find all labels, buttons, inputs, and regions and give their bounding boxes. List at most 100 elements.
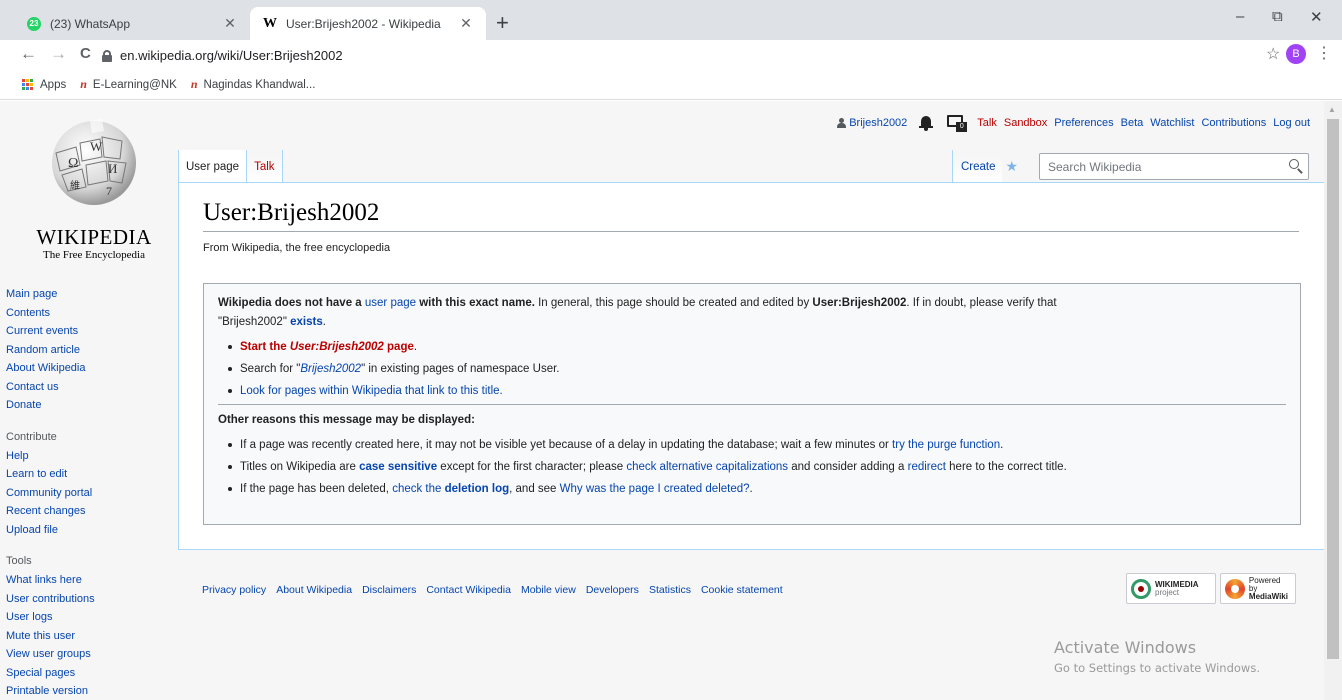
tab-create[interactable]: Create [952, 150, 1002, 183]
why-deleted-link[interactable]: Why was the page I created deleted? [560, 483, 750, 495]
sidebar-item-help[interactable]: Help [6, 447, 176, 466]
notice-text: If the page has been deleted, [240, 483, 393, 495]
notices-icon[interactable]: 0 [947, 115, 968, 132]
sidebar-item-user-contributions[interactable]: User contributions [6, 590, 176, 609]
sidebar-item-contact-us[interactable]: Contact us [6, 378, 176, 397]
footer-privacy-policy[interactable]: Privacy policy [202, 584, 266, 596]
bookmark-elearning[interactable]: n E-Learning@NK [80, 77, 177, 92]
browser-menu-icon[interactable]: ⋮ [1316, 43, 1332, 63]
personal-link-beta[interactable]: Beta [1121, 117, 1144, 129]
powered-by-mediawiki-badge[interactable]: Powered by MediaWiki [1220, 573, 1296, 604]
footer-about-wikipedia[interactable]: About Wikipedia [276, 584, 352, 596]
notifications-bell-icon[interactable] [919, 115, 934, 131]
search-namespace-link[interactable]: Search for "Brijesh2002" in existing pag… [240, 363, 560, 375]
footer-mobile-view[interactable]: Mobile view [521, 584, 576, 596]
purge-link[interactable]: try the purge function [892, 439, 1000, 451]
username-link[interactable]: Brijesh2002 [836, 117, 907, 129]
sidebar-item-view-user-groups[interactable]: View user groups [6, 645, 176, 664]
sidebar-item-community-portal[interactable]: Community portal [6, 484, 176, 503]
link-text: Start the [240, 341, 290, 353]
page-scrollbar[interactable]: ▲ [1324, 101, 1342, 700]
link-text: check the [392, 483, 445, 495]
main-content: User:Brijesh2002 From Wikipedia, the fre… [178, 182, 1324, 550]
personal-link-talk[interactable]: Talk [977, 117, 997, 129]
deletion-log-link[interactable]: check the deletion log [392, 483, 509, 495]
no-article-notice: Wikipedia does not have a user page with… [203, 283, 1301, 525]
sidebar-item-mute-this-user[interactable]: Mute this user [6, 627, 176, 646]
reload-button[interactable]: C [80, 44, 91, 64]
notice-text: In general, this page should be created … [534, 297, 813, 309]
sidebar-item-what-links-here[interactable]: What links here [6, 571, 176, 590]
bookmark-apps[interactable]: Apps [22, 78, 66, 91]
back-button[interactable]: ← [20, 44, 37, 64]
tab-talk[interactable]: Talk [247, 150, 283, 183]
activate-windows-subtitle: Go to Settings to activate Windows. [1054, 661, 1260, 675]
sidebar-item-contents[interactable]: Contents [6, 304, 176, 323]
nk-logo-icon: n [190, 77, 198, 91]
restore-button[interactable]: ⧉ [1272, 8, 1283, 25]
sidebar-item-learn-to-edit[interactable]: Learn to edit [6, 465, 176, 484]
minimize-button[interactable]: – [1236, 8, 1244, 25]
sidebar-item-main-page[interactable]: Main page [6, 285, 176, 304]
sidebar-item-about-wikipedia[interactable]: About Wikipedia [6, 359, 176, 378]
sidebar-item-random-article[interactable]: Random article [6, 341, 176, 360]
close-tab-icon[interactable]: ✕ [458, 15, 474, 32]
notice-text: here to the correct title. [945, 461, 1067, 473]
bookmark-star-icon[interactable]: ☆ [1266, 44, 1280, 64]
start-page-link[interactable]: Start the User:Brijesh2002 page [240, 341, 414, 353]
personal-link-watchlist[interactable]: Watchlist [1150, 117, 1194, 129]
scroll-up-arrow-icon[interactable]: ▲ [1328, 105, 1336, 114]
personal-link-contributions[interactable]: Contributions [1201, 117, 1266, 129]
footer-cookie-statement[interactable]: Cookie statement [701, 584, 783, 596]
notice-text: . If in doubt, please verify that [906, 297, 1057, 309]
browser-toolbar: ← → C en.wikipedia.org/wiki/User:Brijesh… [0, 40, 1342, 70]
list-item: Look for pages within Wikipedia that lin… [228, 380, 1286, 402]
sidebar-item-special-pages[interactable]: Special pages [6, 664, 176, 683]
footer-disclaimers[interactable]: Disclaimers [362, 584, 416, 596]
footer-statistics[interactable]: Statistics [649, 584, 691, 596]
what-links-here-link[interactable]: Look for pages within Wikipedia that lin… [240, 385, 503, 397]
personal-link-logout[interactable]: Log out [1273, 117, 1310, 129]
bookmark-label: Nagindas Khandwal... [203, 78, 316, 91]
case-sensitive-link[interactable]: case sensitive [359, 461, 437, 473]
personal-link-preferences[interactable]: Preferences [1054, 117, 1113, 129]
wikipedia-tagline: The Free Encyclopedia [42, 249, 145, 261]
sidebar-item-current-events[interactable]: Current events [6, 322, 176, 341]
close-tab-icon[interactable]: ✕ [222, 15, 238, 32]
wikimedia-project-badge[interactable]: WIKIMEDIA project [1126, 573, 1216, 604]
url-text: en.wikipedia.org/wiki/User:Brijesh2002 [120, 47, 343, 63]
sidebar-item-printable-version[interactable]: Printable version [6, 682, 176, 700]
address-bar[interactable]: en.wikipedia.org/wiki/User:Brijesh2002 [102, 43, 1242, 67]
wikipedia-logo[interactable]: Ω W И 維 7 WIKIPEDIA The Free Encyclopedi… [24, 111, 152, 261]
svg-text:W: W [90, 139, 103, 154]
profile-avatar[interactable]: B [1286, 44, 1306, 64]
footer-developers[interactable]: Developers [586, 584, 639, 596]
watch-star-icon[interactable]: ★ [1002, 158, 1027, 175]
bookmark-nagindas[interactable]: n Nagindas Khandwal... [191, 77, 316, 92]
sidebar-item-recent-changes[interactable]: Recent changes [6, 502, 176, 521]
search-icon[interactable] [1282, 154, 1308, 179]
footer-contact-wikipedia[interactable]: Contact Wikipedia [426, 584, 511, 596]
sidebar-item-user-logs[interactable]: User logs [6, 608, 176, 627]
user-page-link[interactable]: user page [365, 297, 416, 309]
redirect-link[interactable]: redirect [908, 461, 946, 473]
activate-windows-title: Activate Windows [1054, 638, 1197, 657]
sidebar: Main page Contents Current events Random… [6, 285, 176, 700]
notice-intro: Wikipedia does not have a user page with… [218, 294, 1286, 332]
personal-link-sandbox[interactable]: Sandbox [1004, 117, 1047, 129]
new-tab-button[interactable]: + [496, 12, 509, 34]
alternative-capitalizations-link[interactable]: check alternative capitalizations [626, 461, 788, 473]
notice-text: If a page was recently created here, it … [240, 439, 893, 451]
scrollbar-thumb[interactable] [1327, 119, 1339, 659]
browser-tab-wikipedia[interactable]: W User:Brijesh2002 - Wikipedia ✕ [250, 7, 486, 40]
forward-button[interactable]: → [50, 44, 67, 64]
wikipedia-favicon-letter: W [263, 15, 277, 31]
sidebar-item-donate[interactable]: Donate [6, 396, 176, 415]
sidebar-item-upload-file[interactable]: Upload file [6, 521, 176, 540]
tab-title: User:Brijesh2002 - Wikipedia [286, 16, 441, 31]
exists-link[interactable]: exists [290, 316, 323, 328]
search-input[interactable] [1040, 155, 1282, 178]
browser-tab-whatsapp[interactable]: 23 (23) WhatsApp ✕ [14, 7, 250, 40]
close-window-button[interactable]: ✕ [1310, 8, 1323, 26]
tab-user-page[interactable]: User page [178, 150, 248, 183]
